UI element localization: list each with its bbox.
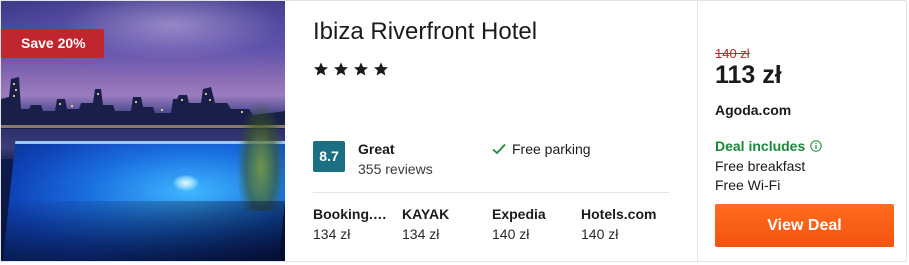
review-count[interactable]: 355 reviews xyxy=(358,161,433,177)
deal-item: Free Wi-Fi xyxy=(715,177,781,193)
provider-hotels[interactable]: Hotels.com 140 zł xyxy=(581,206,661,242)
star-icon xyxy=(354,62,368,76)
provider-booking[interactable]: Booking.… 134 zł xyxy=(313,206,393,242)
provider-name: KAYAK xyxy=(402,206,450,222)
pool-shadow xyxy=(1,201,285,261)
divider xyxy=(313,192,669,193)
rating-label: Great xyxy=(358,141,395,157)
old-price: 140 zł xyxy=(715,46,750,61)
pool-light xyxy=(173,175,199,191)
amenity-parking: Free parking xyxy=(492,141,591,157)
provider-price: 140 zł xyxy=(581,226,619,242)
provider-kayak[interactable]: KAYAK 134 zł xyxy=(402,206,482,242)
hotel-name[interactable]: Ibiza Riverfront Hotel xyxy=(313,18,537,46)
deal-includes-label: Deal includes xyxy=(715,138,806,154)
column-divider xyxy=(697,1,698,261)
check-icon xyxy=(492,143,506,155)
star-rating xyxy=(313,61,389,77)
provider-price: 134 zł xyxy=(313,226,351,242)
save-badge: Save 20% xyxy=(1,29,104,58)
star-icon xyxy=(314,62,328,76)
star-icon xyxy=(374,62,388,76)
hotel-card[interactable]: Save 20% Ibiza Riverfront Hotel 8.7 Grea… xyxy=(0,0,907,262)
rating-score: 8.7 xyxy=(313,141,345,172)
provider-expedia[interactable]: Expedia 140 zł xyxy=(492,206,572,242)
deal-includes: Deal includes xyxy=(715,138,822,154)
deal-item: Free breakfast xyxy=(715,158,806,174)
info-icon[interactable] xyxy=(810,140,822,152)
plant xyxy=(237,101,285,211)
provider-name: Expedia xyxy=(492,206,546,222)
view-deal-button[interactable]: View Deal xyxy=(715,204,894,247)
provider-price: 134 zł xyxy=(402,226,440,242)
provider-price: 140 zł xyxy=(492,226,530,242)
provider-name: Booking.… xyxy=(313,206,387,222)
amenity-label: Free parking xyxy=(512,141,591,157)
star-icon xyxy=(334,62,348,76)
deal-source: Agoda.com xyxy=(715,102,792,118)
deal-price: 113 zł xyxy=(715,61,782,89)
provider-name: Hotels.com xyxy=(581,206,657,222)
